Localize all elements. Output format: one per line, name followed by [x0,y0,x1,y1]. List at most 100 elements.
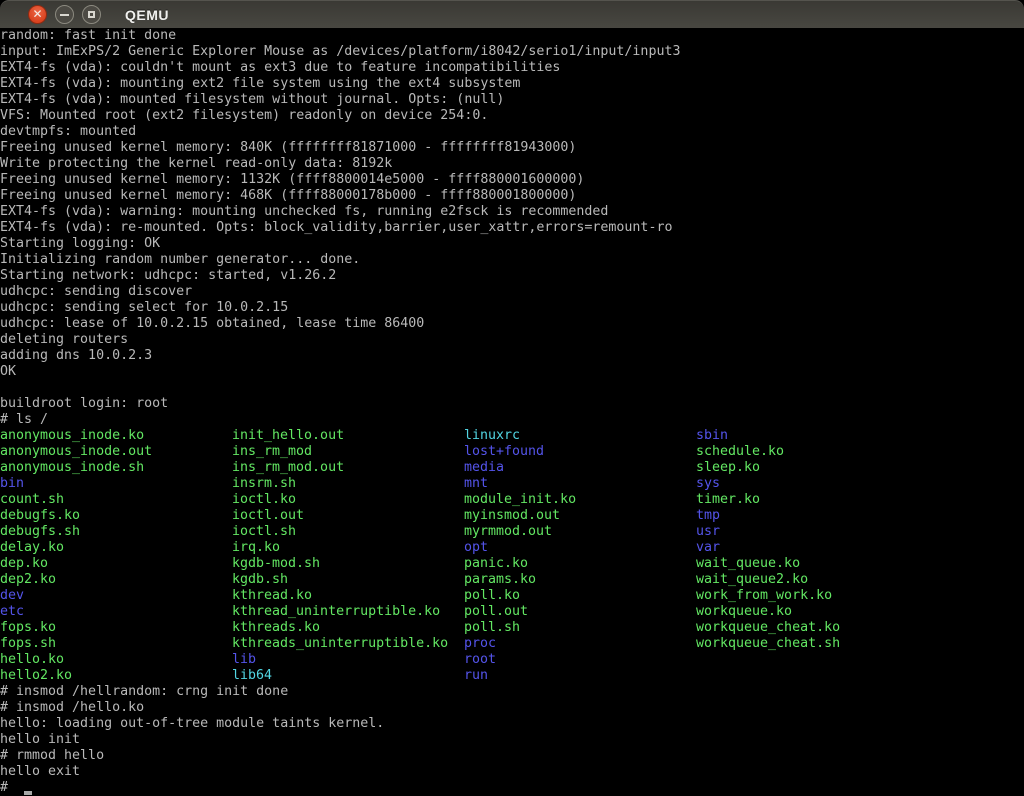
file-entry: kgdb-mod.sh [232,556,320,572]
file-entry: ioctl.sh [232,524,296,540]
terminal-line: Freeing unused kernel memory: 840K (ffff… [0,140,1024,156]
file-entry: ins_rm_mod.out [232,460,344,476]
boot-log: random: fast init doneinput: ImExPS/2 Ge… [0,28,1024,428]
minimize-button[interactable] [55,5,74,24]
file-entry: work_from_work.ko [696,588,832,604]
terminal-line: Freeing unused kernel memory: 468K (ffff… [0,188,1024,204]
file-entry: anonymous_inode.ko [0,428,144,444]
terminal-line: Starting logging: OK [0,236,1024,252]
file-entry: tmp [696,508,720,524]
terminal-line: Initializing random number generator... … [0,252,1024,268]
shell-log: # insmod /hellrandom: crng init done# in… [0,684,1024,780]
file-entry: anonymous_inode.out [0,444,152,460]
file-entry: dev [0,588,24,604]
terminal-screen[interactable]: random: fast init doneinput: ImExPS/2 Ge… [0,28,1024,796]
listing-row: hello.ko lib root [0,652,1024,668]
terminal-line: random: fast init done [0,28,1024,44]
terminal-cursor [24,791,32,795]
terminal-line: # insmod /hello.ko [0,700,1024,716]
file-entry: kthreads_uninterruptible.ko [232,636,448,652]
file-entry: kthread.ko [232,588,312,604]
file-entry: kthread_uninterruptible.ko [232,604,440,620]
prompt-row: # [0,780,1024,796]
listing-row: fops.kokthreads.kopoll.shworkqueue_cheat… [0,620,1024,636]
file-entry: panic.ko [464,556,528,572]
file-entry: myrmmod.out [464,524,552,540]
terminal-line: Starting network: udhcpc: started, v1.26… [0,268,1024,284]
file-entry: fops.sh [0,636,56,652]
listing-row: bin insrm.sh mnt sys [0,476,1024,492]
file-entry: run [464,668,488,684]
terminal-line: hello init [0,732,1024,748]
file-entry: delay.ko [0,540,64,556]
file-entry: sbin [696,428,728,444]
listing-row: dep.ko kgdb-mod.sh panic.ko wait_queue.ko [0,556,1024,572]
terminal-line: udhcpc: lease of 10.0.2.15 obtained, lea… [0,316,1024,332]
file-entry: hello.ko [0,652,64,668]
terminal-line: deleting routers [0,332,1024,348]
file-entry: schedule.ko [696,444,784,460]
file-entry: mnt [464,476,488,492]
maximize-icon [88,11,95,18]
prompt-text: # [0,780,16,795]
terminal-line: buildroot login: root [0,396,1024,412]
file-entry: root [464,652,496,668]
listing-row: dep2.ko kgdb.sh params.ko wait_queue2.ko [0,572,1024,588]
file-entry: workqueue.ko [696,604,792,620]
file-entry: module_init.ko [464,492,576,508]
file-entry: kgdb.sh [232,572,288,588]
listing-row: etckthread_uninterruptible.kopoll.outwor… [0,604,1024,620]
file-entry: lost+found [464,444,544,460]
file-entry: irq.ko [232,540,280,556]
listing-row: debugfs.koioctl.outmyinsmod.outtmp [0,508,1024,524]
file-entry: params.ko [464,572,536,588]
file-entry: dep.ko [0,556,48,572]
terminal-line: # ls / [0,412,1024,428]
listing-row: hello2.kolib64run [0,668,1024,684]
file-entry: init_hello.out [232,428,344,444]
file-entry: lib [232,652,256,668]
terminal-line: devtmpfs: mounted [0,124,1024,140]
file-entry: usr [696,524,720,540]
file-entry: insrm.sh [232,476,296,492]
file-entry: ioctl.ko [232,492,296,508]
file-entry: debugfs.sh [0,524,80,540]
file-entry: linuxrc [464,428,520,444]
terminal-line: udhcpc: sending select for 10.0.2.15 [0,300,1024,316]
file-entry: sys [696,476,720,492]
file-entry: bin [0,476,24,492]
file-entry: wait_queue2.ko [696,572,808,588]
file-entry: fops.ko [0,620,56,636]
listing-row: anonymous_inode.out ins_rm_mod lost+found s… [0,444,1024,460]
terminal-line: adding dns 10.0.2.3 [0,348,1024,364]
file-entry: ins_rm_mod [232,444,312,460]
terminal-line: udhcpc: sending discover [0,284,1024,300]
file-entry: dep2.ko [0,572,56,588]
file-entry: wait_queue.ko [696,556,800,572]
terminal-line: EXT4-fs (vda): mounted filesystem withou… [0,92,1024,108]
terminal-line: OK [0,364,1024,380]
terminal-line: VFS: Mounted root (ext2 filesystem) read… [0,108,1024,124]
listing-row: count.shioctl.komodule_init.kotimer.ko [0,492,1024,508]
qemu-window: ✕ QEMU random: fast init doneinput: ImEx… [0,0,1024,796]
file-entry: kthreads.ko [232,620,320,636]
close-button[interactable]: ✕ [28,5,47,24]
terminal-line: hello exit [0,764,1024,780]
terminal-line: EXT4-fs (vda): couldn't mount as ext3 du… [0,60,1024,76]
file-entry: count.sh [0,492,64,508]
titlebar[interactable]: ✕ QEMU [0,0,1024,28]
close-icon: ✕ [32,8,42,20]
window-title: QEMU [125,7,169,23]
file-entry: etc [0,604,24,620]
terminal-line: EXT4-fs (vda): mounting ext2 file system… [0,76,1024,92]
terminal-line: hello: loading out-of-tree module taints… [0,716,1024,732]
file-entry: workqueue_cheat.sh [696,636,840,652]
terminal-line: # rmmod hello [0,748,1024,764]
file-entry: lib64 [232,668,272,684]
file-entry: ioctl.out [232,508,304,524]
listing-row: devkthread.kopoll.kowork_from_work.ko [0,588,1024,604]
terminal-line: # insmod /hellrandom: crng init done [0,684,1024,700]
file-entry: var [696,540,720,556]
maximize-button[interactable] [82,5,101,24]
listing-row: delay.koirq.kooptvar [0,540,1024,556]
